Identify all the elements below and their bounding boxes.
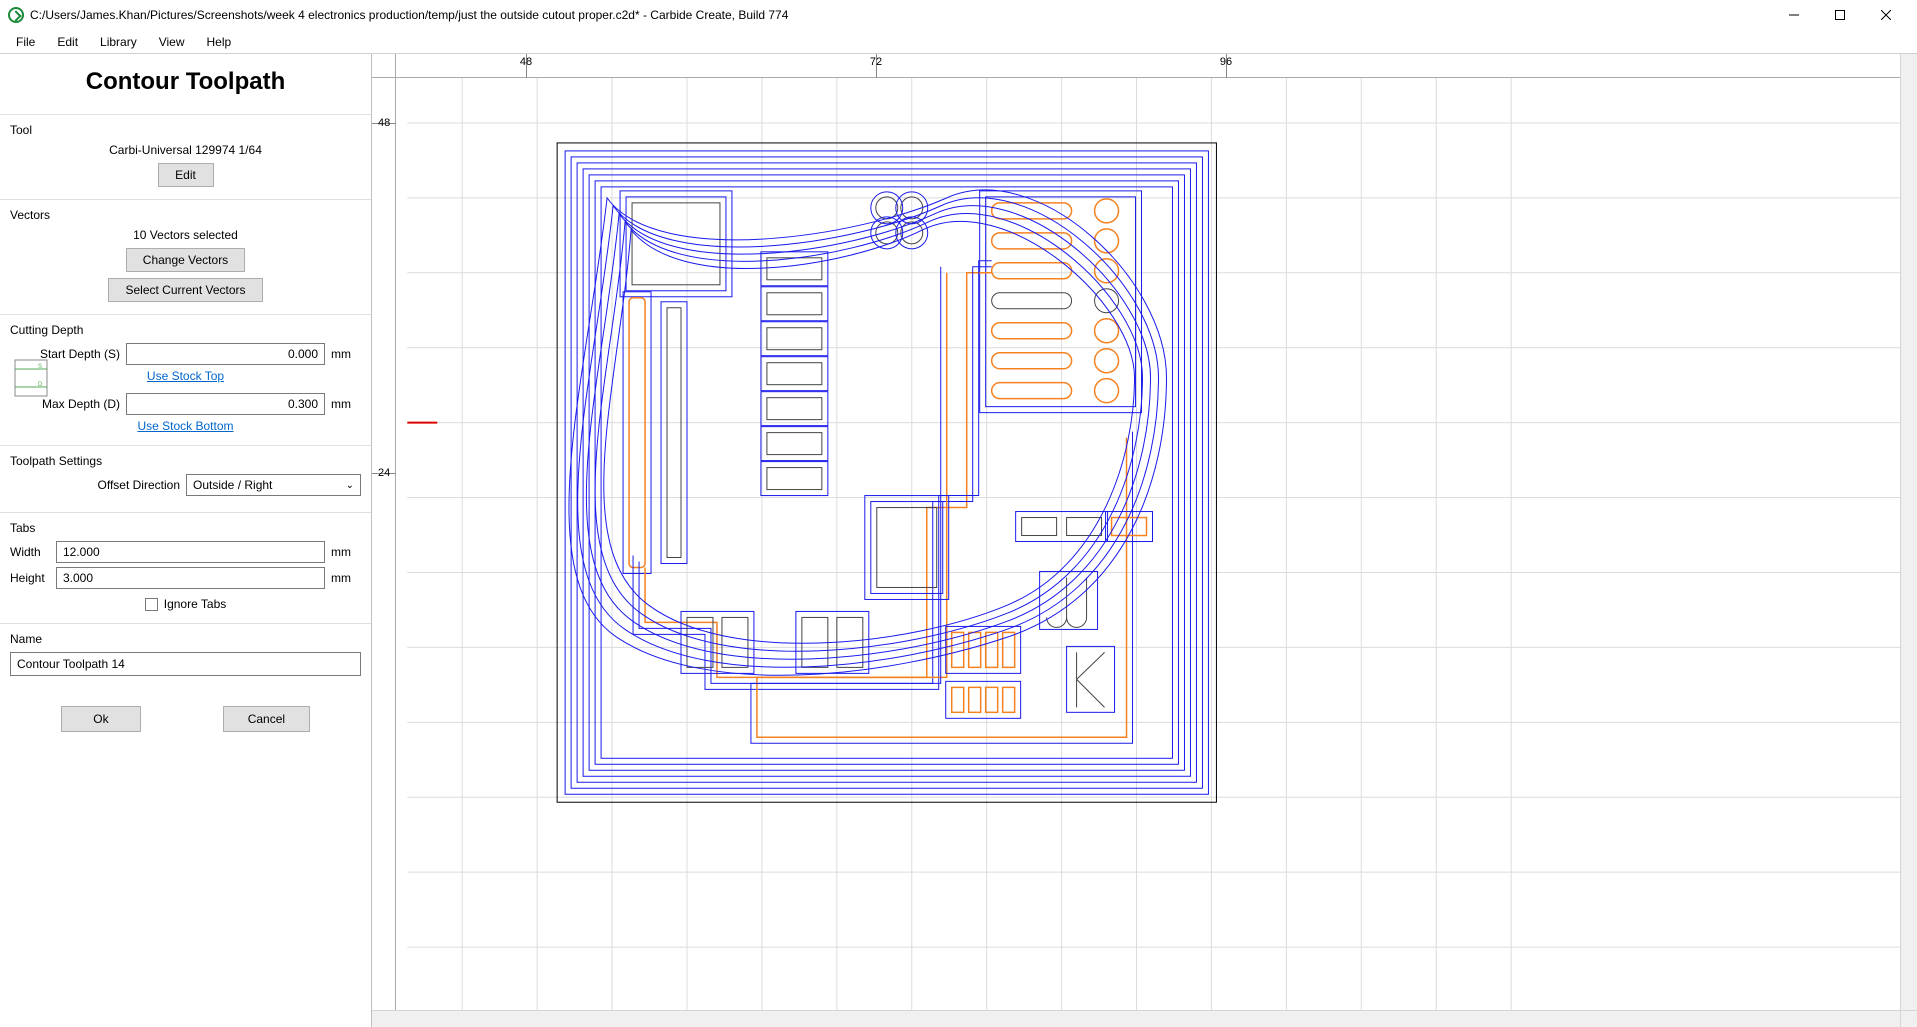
unit-mm: mm <box>331 397 361 411</box>
select-current-vectors-button[interactable]: Select Current Vectors <box>108 278 262 302</box>
tabs-section-label: Tabs <box>10 521 361 535</box>
scrollbar-corner <box>1900 1010 1917 1027</box>
use-stock-top-link[interactable]: Use Stock Top <box>10 369 361 383</box>
vectors-section-label: Vectors <box>10 208 361 222</box>
svg-text:S: S <box>38 364 42 370</box>
tabs-width-label: Width <box>10 545 50 559</box>
depth-diagram-icon: S D <box>14 359 48 397</box>
window-title: C:/Users/James.Khan/Pictures/Screenshots… <box>30 8 788 22</box>
ruler-horizontal: 48 72 96 <box>396 54 1917 78</box>
max-depth-input[interactable] <box>126 393 325 415</box>
ruler-h-tick-72: 72 <box>870 56 882 68</box>
menu-edit[interactable]: Edit <box>47 32 88 52</box>
offset-direction-value: Outside / Right <box>193 478 272 492</box>
ok-button[interactable]: Ok <box>61 706 141 732</box>
ruler-h-tick-48: 48 <box>520 56 532 68</box>
panel-title: Contour Toolpath <box>0 54 371 114</box>
use-stock-bottom-link[interactable]: Use Stock Bottom <box>10 419 361 433</box>
design-viewport[interactable] <box>396 78 1917 1027</box>
offset-direction-label: Offset Direction <box>10 478 180 492</box>
close-button[interactable] <box>1863 0 1909 30</box>
edit-tool-button[interactable]: Edit <box>158 163 214 187</box>
offset-direction-select[interactable]: Outside / Right ⌄ <box>186 474 361 496</box>
canvas-area[interactable]: 48 72 96 48 24 <box>372 54 1917 1027</box>
name-section-label: Name <box>10 632 361 646</box>
pcb-toolpaths <box>565 151 1208 794</box>
menu-library[interactable]: Library <box>90 32 147 52</box>
toolpath-settings-label: Toolpath Settings <box>10 454 361 468</box>
depth-section-label: Cutting Depth <box>10 323 361 337</box>
unit-mm: mm <box>331 347 361 361</box>
ignore-tabs-label: Ignore Tabs <box>164 597 227 611</box>
max-depth-label: Max Depth (D) <box>10 397 120 411</box>
tabs-height-label: Height <box>10 571 50 585</box>
sidebar-panel: Contour Toolpath Tool Carbi-Universal 12… <box>0 54 372 1027</box>
toolpath-name-input[interactable] <box>10 652 361 676</box>
svg-text:D: D <box>38 382 43 388</box>
ruler-corner <box>372 54 396 78</box>
ruler-v-tick-24: 24 <box>378 467 390 479</box>
minimize-button[interactable] <box>1771 0 1817 30</box>
ignore-tabs-checkbox[interactable] <box>145 598 158 611</box>
ruler-v-tick-48: 48 <box>378 117 390 129</box>
chevron-down-icon: ⌄ <box>346 480 354 491</box>
unit-mm: mm <box>331 545 361 559</box>
change-vectors-button[interactable]: Change Vectors <box>126 248 245 272</box>
menu-help[interactable]: Help <box>197 32 242 52</box>
cancel-button[interactable]: Cancel <box>223 706 310 732</box>
app-icon <box>8 7 24 23</box>
titlebar: C:/Users/James.Khan/Pictures/Screenshots… <box>0 0 1917 30</box>
ruler-vertical: 48 24 <box>372 78 396 1027</box>
vectors-status: 10 Vectors selected <box>133 228 238 242</box>
tabs-width-input[interactable] <box>56 541 325 563</box>
unit-mm: mm <box>331 571 361 585</box>
tool-section-label: Tool <box>10 123 361 137</box>
menubar: File Edit Library View Help <box>0 30 1917 54</box>
ruler-h-tick-96: 96 <box>1220 56 1232 68</box>
tool-name: Carbi-Universal 129974 1/64 <box>109 143 262 157</box>
start-depth-input[interactable] <box>126 343 325 365</box>
scrollbar-vertical[interactable] <box>1900 54 1917 1010</box>
pcb-stock-outline <box>557 143 1216 802</box>
menu-file[interactable]: File <box>6 32 45 52</box>
scrollbar-horizontal[interactable] <box>372 1010 1900 1027</box>
maximize-button[interactable] <box>1817 0 1863 30</box>
design-svg[interactable] <box>396 78 1917 1027</box>
tabs-height-input[interactable] <box>56 567 325 589</box>
menu-view[interactable]: View <box>149 32 195 52</box>
